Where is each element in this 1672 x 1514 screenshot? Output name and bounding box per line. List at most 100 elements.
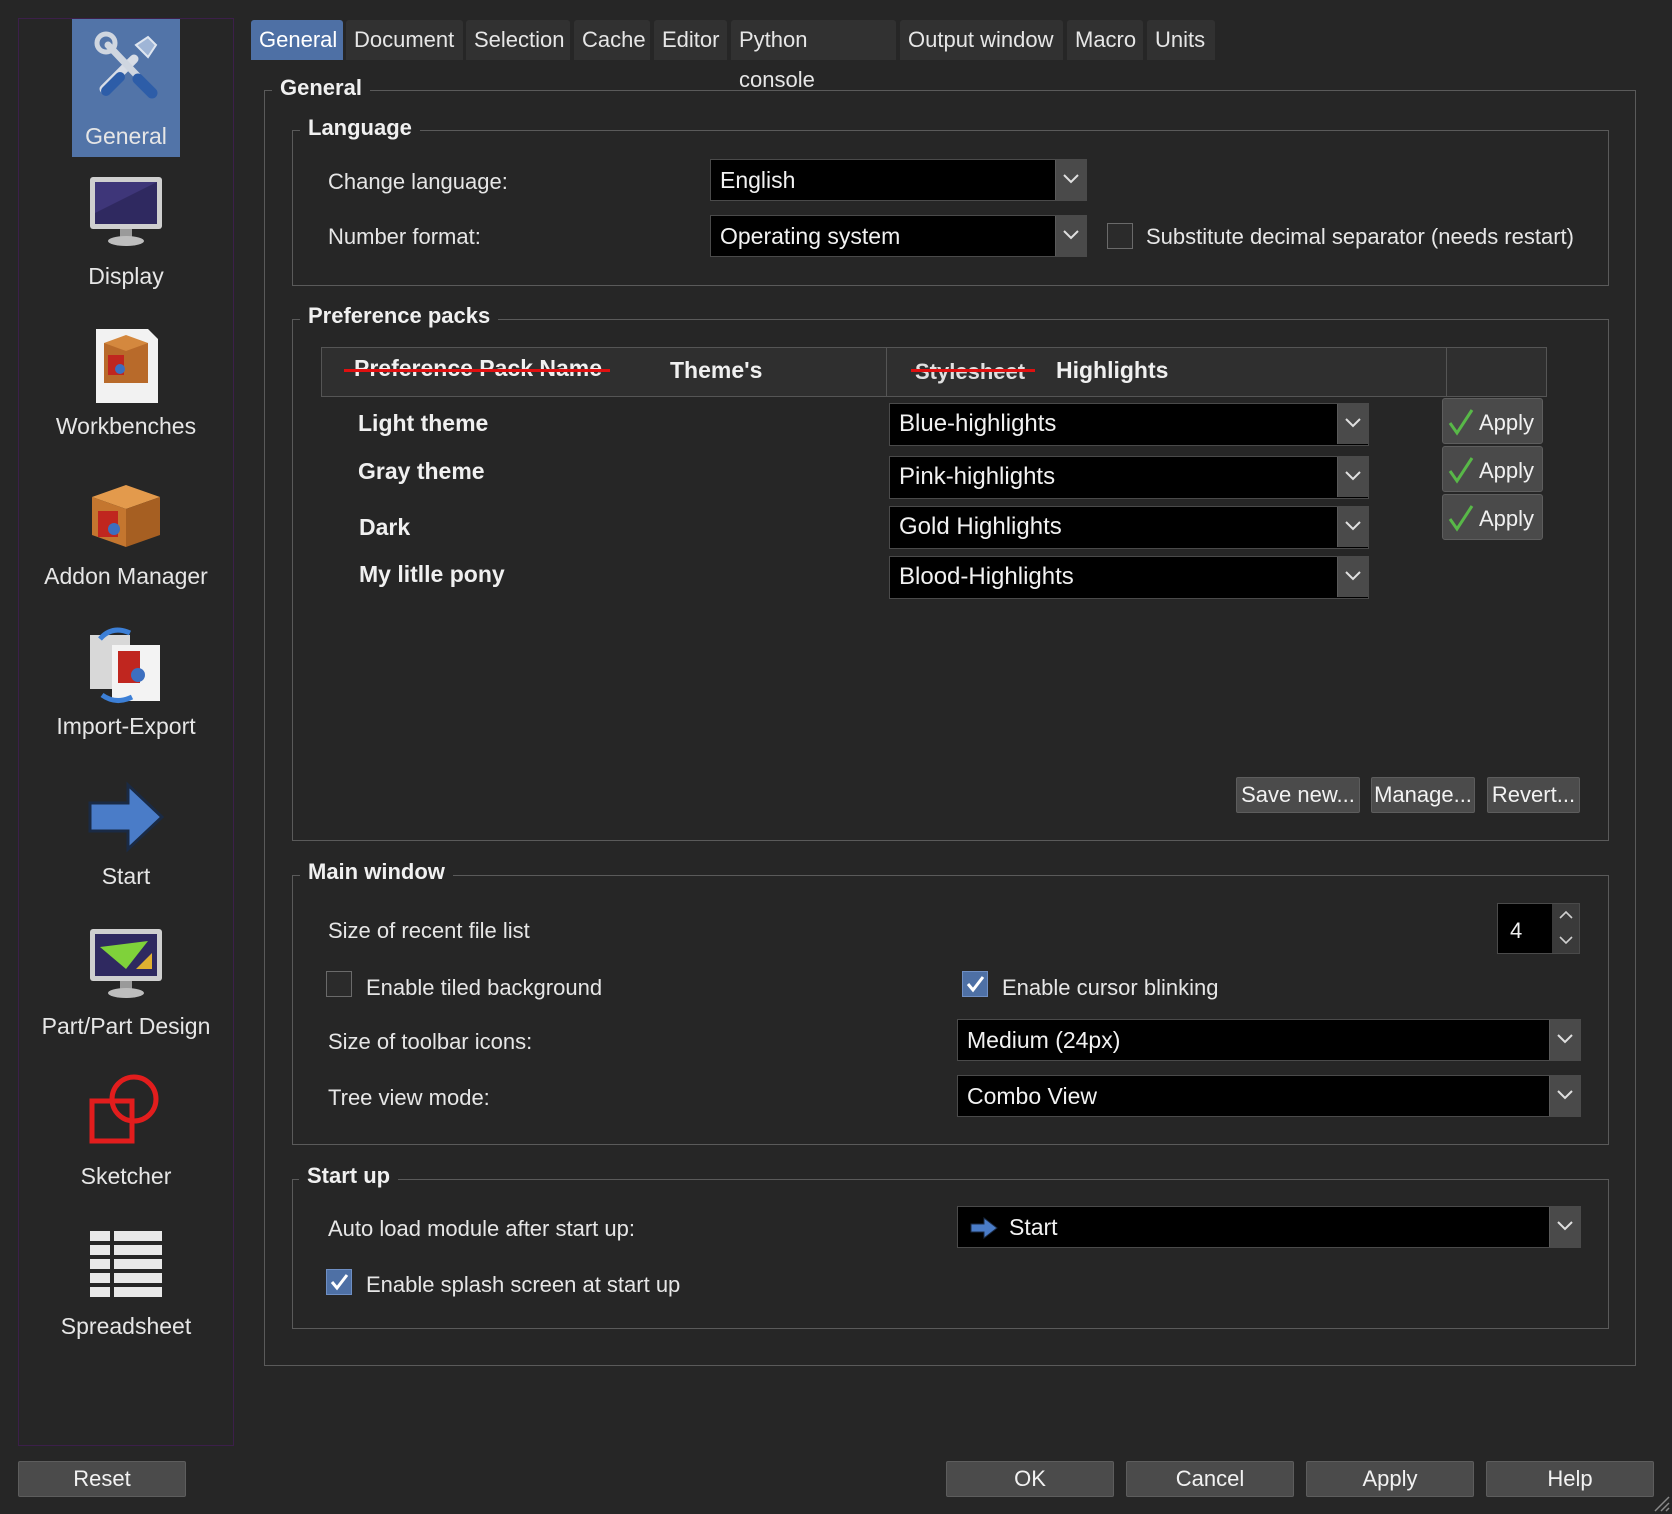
checkmark-icon xyxy=(966,976,985,993)
manage-button[interactable]: Manage... xyxy=(1371,777,1475,813)
number-format-select-value: Operating system xyxy=(720,223,901,249)
chevron-down-icon xyxy=(1337,557,1368,597)
chevron-down-icon[interactable] xyxy=(1559,935,1573,945)
sketcher-icon xyxy=(89,1074,159,1144)
tab-python-console[interactable]: Python console xyxy=(731,20,896,92)
header-struck-pack-name: Preference Pack Name xyxy=(344,355,611,382)
checkmark-icon xyxy=(1448,505,1474,532)
revert-button[interactable]: Revert... xyxy=(1487,777,1580,813)
language-select-value: English xyxy=(720,167,796,193)
apply-pack-button-dark[interactable]: Apply xyxy=(1442,494,1543,540)
checkmark-icon xyxy=(1448,457,1474,484)
tab-selection[interactable]: Selection xyxy=(466,20,570,60)
spreadsheet-icon xyxy=(90,1231,162,1297)
header-highlights: Highlights xyxy=(1056,357,1169,383)
tab-cache[interactable]: Cache xyxy=(574,20,650,60)
startup-title: Start up xyxy=(299,1163,399,1189)
spin-buttons[interactable] xyxy=(1552,904,1579,953)
part-design-icon xyxy=(90,929,162,998)
cancel-button[interactable]: Cancel xyxy=(1126,1461,1294,1497)
apply-button[interactable]: Apply xyxy=(1306,1461,1474,1497)
apply-pack-button-light[interactable]: Apply xyxy=(1442,398,1543,444)
import-export-icon xyxy=(90,627,160,703)
startup-group xyxy=(292,1179,1609,1329)
header-struck-stylesheet: Stylesheet xyxy=(911,359,1036,385)
sidebar-item-spreadsheet[interactable]: Spreadsheet xyxy=(19,1219,233,1369)
ok-button[interactable]: OK xyxy=(946,1461,1114,1497)
chevron-down-icon xyxy=(1055,160,1086,200)
sidebar-item-import-export[interactable]: Import-Export xyxy=(19,619,233,769)
checkmark-icon xyxy=(1448,409,1474,436)
sidebar-item-start[interactable]: Start xyxy=(19,769,233,919)
tab-editor[interactable]: Editor xyxy=(654,20,727,60)
language-select[interactable]: English xyxy=(710,159,1087,201)
highlight-select-value: Gold Highlights xyxy=(899,513,1062,540)
sidebar-item-sketcher[interactable]: Sketcher xyxy=(19,1069,233,1219)
sidebar-item-workbenches[interactable]: Workbenches xyxy=(19,319,233,469)
resize-grip-icon[interactable] xyxy=(1652,1494,1670,1512)
sidebar-item-general[interactable]: General xyxy=(19,19,233,169)
apply-label: Apply xyxy=(1479,410,1535,435)
checkmark-icon xyxy=(330,1274,349,1291)
highlight-select-pony[interactable]: Blood-Highlights xyxy=(889,556,1369,599)
strike-line xyxy=(344,369,611,372)
toolbar-icons-select[interactable]: Medium (24px) xyxy=(957,1019,1581,1061)
recent-files-spinbox[interactable]: 4 xyxy=(1497,903,1580,954)
sidebar-item-addon-manager[interactable]: Addon Manager xyxy=(19,469,233,619)
sidebar-item-part-design[interactable]: Part/Part Design xyxy=(19,919,233,1069)
sidebar-item-label: Workbenches xyxy=(55,413,197,439)
substitute-decimal-label: Substitute decimal separator (needs rest… xyxy=(1146,224,1574,249)
sidebar-item-label: General xyxy=(85,123,167,149)
sidebar-item-label: Addon Manager xyxy=(44,563,208,589)
chevron-down-icon xyxy=(1337,457,1368,497)
number-format-select[interactable]: Operating system xyxy=(710,215,1087,257)
tab-document[interactable]: Document xyxy=(346,20,463,60)
language-group-title: Language xyxy=(300,115,420,141)
highlight-select-dark[interactable]: Gold Highlights xyxy=(889,506,1369,549)
tiled-background-checkbox[interactable] xyxy=(326,971,352,997)
tree-view-label: Tree view mode: xyxy=(328,1085,490,1110)
tree-view-value: Combo View xyxy=(967,1083,1097,1109)
splash-screen-checkbox[interactable] xyxy=(326,1269,352,1295)
pack-name-dark: Dark xyxy=(359,514,411,540)
save-new-button[interactable]: Save new... xyxy=(1236,777,1360,813)
apply-pack-button-gray[interactable]: Apply xyxy=(1442,446,1543,492)
cursor-blinking-checkbox[interactable] xyxy=(962,971,988,997)
pack-name-light-theme: Light theme xyxy=(358,410,489,436)
tab-macro[interactable]: Macro xyxy=(1067,20,1143,60)
language-group xyxy=(292,130,1609,286)
tiled-background-label: Enable tiled background xyxy=(366,975,603,1000)
sidebar-item-display[interactable]: Display xyxy=(19,169,233,319)
tab-units[interactable]: Units xyxy=(1147,20,1215,60)
highlight-select-value: Pink-highlights xyxy=(899,463,1056,490)
substitute-decimal-checkbox[interactable] xyxy=(1107,223,1133,249)
highlight-select-gray[interactable]: Pink-highlights xyxy=(889,456,1369,499)
toolbar-icons-value: Medium (24px) xyxy=(967,1027,1121,1053)
tab-general[interactable]: General xyxy=(251,20,343,60)
chevron-down-icon xyxy=(1549,1207,1580,1247)
auto-load-select[interactable]: Start xyxy=(957,1206,1581,1248)
tree-view-select[interactable]: Combo View xyxy=(957,1075,1581,1117)
sidebar-item-label: Display xyxy=(88,263,164,289)
chevron-up-icon[interactable] xyxy=(1559,910,1573,920)
help-button[interactable]: Help xyxy=(1486,1461,1654,1497)
sidebar-item-label: Sketcher xyxy=(80,1163,172,1189)
highlight-select-value: Blue-highlights xyxy=(899,410,1057,437)
header-themes: Theme's xyxy=(670,357,763,383)
header-divider xyxy=(1446,348,1447,396)
arrow-right-icon xyxy=(970,1217,998,1239)
highlight-select-light[interactable]: Blue-highlights xyxy=(889,403,1369,446)
chevron-down-icon xyxy=(1337,404,1368,444)
auto-load-value: Start xyxy=(1009,1214,1058,1240)
chevron-down-icon xyxy=(1337,507,1368,547)
chevron-down-icon xyxy=(1549,1020,1580,1060)
main-window-title: Main window xyxy=(300,859,453,885)
preference-packs-title: Preference packs xyxy=(300,303,499,329)
tab-output-window[interactable]: Output window xyxy=(900,20,1063,60)
sidebar-item-label: Import-Export xyxy=(56,713,196,739)
sidebar-item-label: Part/Part Design xyxy=(41,1013,211,1039)
apply-label: Apply xyxy=(1479,458,1535,483)
arrow-right-icon xyxy=(88,781,165,853)
reset-button[interactable]: Reset xyxy=(18,1461,186,1497)
number-format-label: Number format: xyxy=(328,224,481,249)
